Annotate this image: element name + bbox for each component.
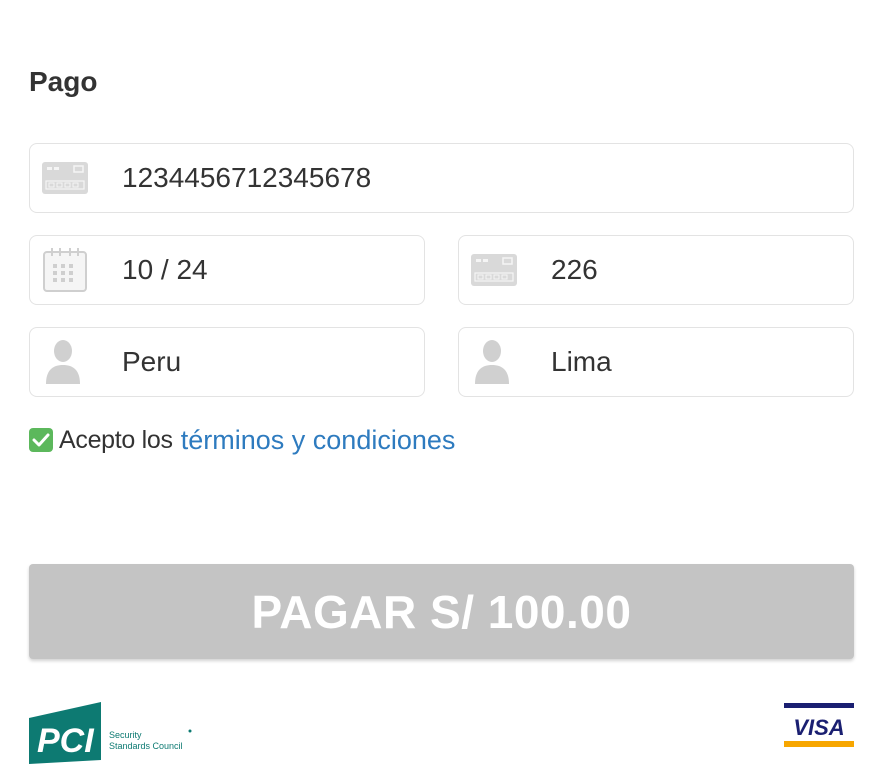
- calendar-icon: [43, 248, 87, 292]
- expiry-value[interactable]: 10 / 24: [122, 254, 406, 286]
- terms-link[interactable]: términos y condiciones: [181, 425, 456, 456]
- expiry-field[interactable]: 10 / 24: [29, 235, 425, 305]
- svg-text:VISA: VISA: [793, 715, 844, 740]
- section-title: Pago: [29, 66, 98, 97]
- cvv-field[interactable]: 226: [458, 235, 854, 305]
- terms-row: Acepto los términos y condiciones: [29, 425, 455, 455]
- city-field[interactable]: Lima: [458, 327, 854, 397]
- pci-logo: PCI Security Standards Council: [29, 702, 192, 764]
- cvv-value[interactable]: 226: [551, 254, 835, 286]
- visa-logo: VISA: [784, 703, 854, 747]
- svg-text:PCI: PCI: [37, 722, 95, 760]
- card-number-field[interactable]: 1234456712345678: [29, 143, 854, 213]
- card-number-value[interactable]: 1234456712345678: [122, 162, 835, 194]
- credit-card-icon: [42, 162, 88, 194]
- terms-checkbox[interactable]: [29, 428, 53, 452]
- user-icon: [475, 340, 509, 384]
- top-fragment: [0, 0, 883, 4]
- user-icon: [46, 340, 80, 384]
- credit-card-icon: [471, 254, 517, 286]
- checkmark-icon: [32, 433, 50, 447]
- pay-button[interactable]: PAGAR S/ 100.00: [29, 564, 854, 659]
- terms-label: Acepto los: [59, 425, 173, 454]
- country-value[interactable]: Peru: [122, 346, 406, 378]
- svg-text:Security: Security: [109, 730, 142, 740]
- country-field[interactable]: Peru: [29, 327, 425, 397]
- svg-text:Standards Council: Standards Council: [109, 741, 183, 751]
- city-value[interactable]: Lima: [551, 346, 835, 378]
